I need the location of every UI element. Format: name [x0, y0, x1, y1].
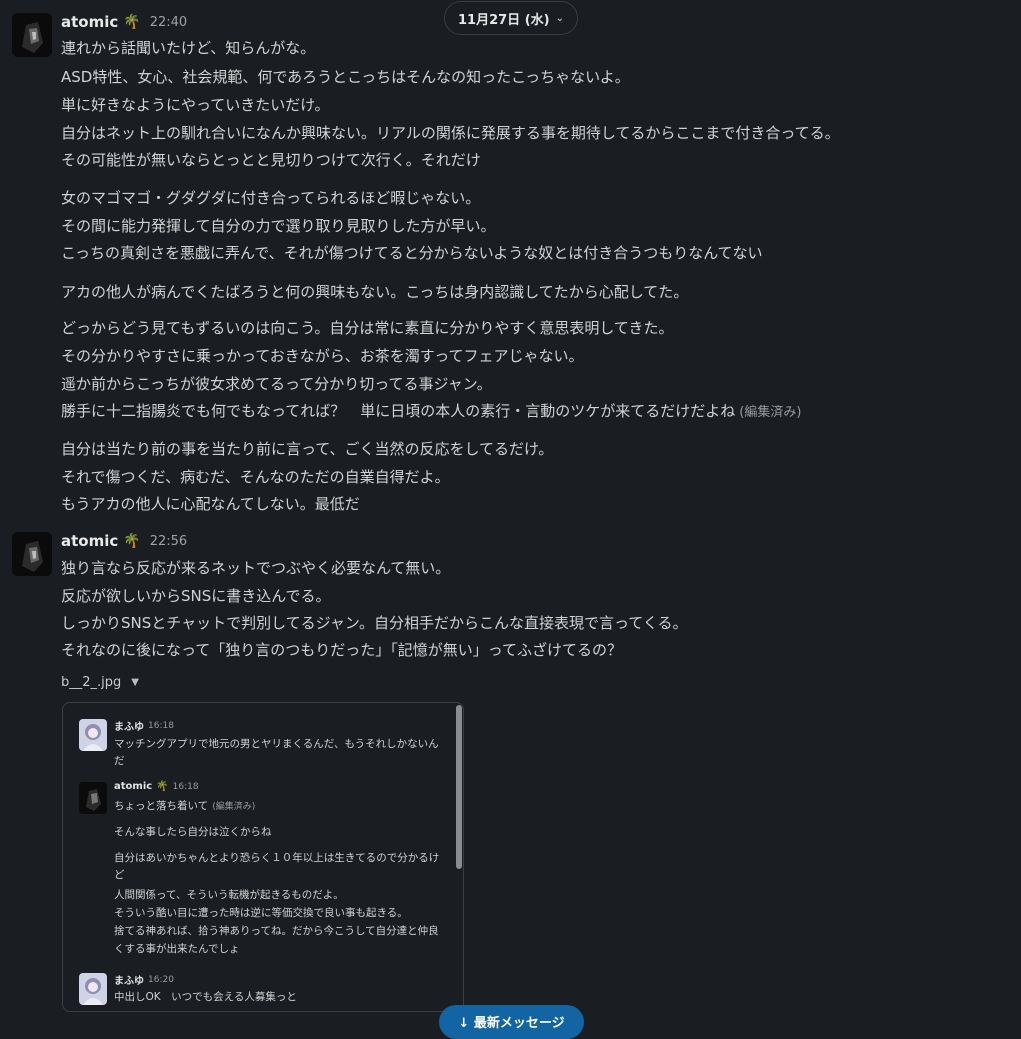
- timestamp: 16:18: [172, 781, 199, 792]
- message-line: しっかりSNSとチャットで判別してるジャン。自分相手だからこんな直接表現で言って…: [61, 614, 688, 632]
- attachment-filename: b__2_.jpg: [61, 675, 122, 690]
- username: atomic: [114, 781, 153, 792]
- message-line: その可能性が無いならとっとと見切りつけて次行く。それだけ: [61, 151, 481, 169]
- avatar: [79, 782, 107, 814]
- message-line: その分かりやすさに乗っかっておきながら、お茶を濁すってフェアじゃない。: [61, 347, 584, 365]
- message-line: 単に好きなようにやっていきたいだけ。: [61, 96, 330, 114]
- scrollbar: [456, 705, 462, 869]
- caret-down-icon: ▼: [131, 677, 139, 688]
- message-line: 捨てる神あれば、拾う神ありってね。だから今こうして自分達と仲良: [114, 925, 439, 937]
- attachment-image[interactable]: まふゆ 16:18 マッチングアプリで地元の男とヤリまくるんだ、もうそれしかない…: [62, 702, 464, 1012]
- message-line: 連れから話聞いたけど、知らんがな。: [61, 39, 316, 57]
- message-line: それなのに後になって「独り言のつもりだった」「記憶が無い」ってふざけてるの？: [61, 641, 623, 659]
- username[interactable]: atomic: [61, 13, 118, 31]
- message-line: 勝手に十二指腸炎でも何でもなってれば？ 単に日頃の本人の素行・言動のツケが来てる…: [61, 397, 801, 427]
- palm-tree-icon: 🌴: [123, 14, 141, 30]
- message-line: もうアカの他人に心配なんてしない。最低だ: [61, 495, 360, 513]
- avatar[interactable]: [12, 532, 52, 576]
- edited-label: (編集済み): [739, 405, 802, 420]
- message-line: マッチングアプリで地元の男とヤリまくるんだ、もうそれしかないん: [114, 738, 439, 750]
- message-line: そういう酷い目に遭った時は逆に等価交換で良い事も起きる。: [114, 907, 408, 919]
- message-line: それで傷つくだ、病むだ、そんなのただの自業自得だよ。: [61, 468, 450, 486]
- chevron-down-icon: ⌄: [555, 12, 564, 24]
- message-line: ど: [114, 869, 125, 881]
- message-line: 中出しOK いつでも会える人募集っと: [114, 991, 297, 1003]
- message-text: 勝手に十二指腸炎でも何でもなってれば？ 単に日頃の本人の素行・言動のツケが来てる…: [61, 402, 736, 420]
- message-line: アカの他人が病んでくたばろうと何の興味もない。こっちは身内認識してたから心配して…: [61, 283, 689, 301]
- timestamp: 16:18: [148, 720, 174, 731]
- message-line: ちょっと落ち着いて (編集済み): [114, 798, 255, 816]
- timestamp: 16:20: [148, 974, 174, 985]
- edited-label: (編集済み): [212, 802, 256, 812]
- date-jump-button[interactable]: 11月27日 (水) ⌄: [444, 1, 578, 35]
- message-line: 自分は当たり前の事を当たり前に言って、ごく当然の反応をしてるだけ。: [61, 440, 554, 458]
- date-label: 11月27日 (水): [458, 12, 550, 28]
- timestamp[interactable]: 22:40: [150, 15, 187, 30]
- message-line: くする事が出来たんでしょ: [114, 943, 240, 955]
- message-text: ちょっと落ち着いて: [114, 800, 209, 812]
- message-line: ASD特性、女心、社会規範、何であろうとこっちはそんなの知ったこっちゃないよ。: [61, 68, 630, 86]
- palm-tree-icon: 🌴: [156, 781, 169, 792]
- username: まふゆ: [114, 976, 144, 987]
- message-line: だ: [114, 755, 125, 767]
- message-header: atomic 🌴 22:56: [61, 530, 187, 552]
- username[interactable]: atomic: [61, 532, 118, 550]
- message-line: 自分はあいかちゃんとより恐らく１０年以上は生きてるので分かるけ: [114, 852, 440, 864]
- message-header: まふゆ 16:18: [114, 718, 174, 734]
- message-header: まふゆ 16:20: [114, 972, 174, 988]
- avatar[interactable]: [12, 13, 52, 57]
- message-line: どっからどう見てもずるいのは向こう。自分は常に素直に分かりやすく意思表明してきた…: [61, 319, 674, 337]
- message-line: 遥か前からこっちが彼女求めてるって分かり切ってる事ジャン。: [61, 375, 492, 393]
- message-line: そんな事したら自分は泣くからね: [114, 826, 272, 838]
- message-header: atomic 🌴 16:18: [114, 781, 199, 792]
- message-header: atomic 🌴 22:40: [61, 11, 187, 33]
- message-line: 自分はネット上の馴れ合いになんか興味ない。リアルの関係に発展する事を期待してるか…: [61, 124, 840, 142]
- message-line: 反応が欲しいからSNSに書き込んでる。: [61, 587, 331, 605]
- timestamp[interactable]: 22:56: [150, 534, 187, 549]
- message-line: こっちの真剣さを悪戯に弄んで、それが傷つけてると分からないような奴とは付き合うつ…: [61, 244, 763, 262]
- message-line: 女のマゴマゴ・グダグダに付き合ってられるほど暇じゃない。: [61, 189, 481, 207]
- avatar: [79, 973, 107, 1005]
- jump-to-latest-button[interactable]: ↓ 最新メッセージ: [439, 1005, 584, 1039]
- message-line: その間に能力発揮して自分の力で選り取り見取りした方が早い。: [61, 217, 496, 235]
- message-line: 人間関係って、そういう転機が起きるものだよ。: [114, 889, 344, 901]
- message-line: 独り言なら反応が来るネットでつぶやく必要なんて無い。: [61, 559, 451, 577]
- palm-tree-icon: 🌴: [123, 533, 141, 549]
- username: まふゆ: [114, 722, 144, 733]
- attachment-toggle[interactable]: b__2_.jpg ▼: [61, 675, 139, 690]
- avatar: [79, 719, 107, 751]
